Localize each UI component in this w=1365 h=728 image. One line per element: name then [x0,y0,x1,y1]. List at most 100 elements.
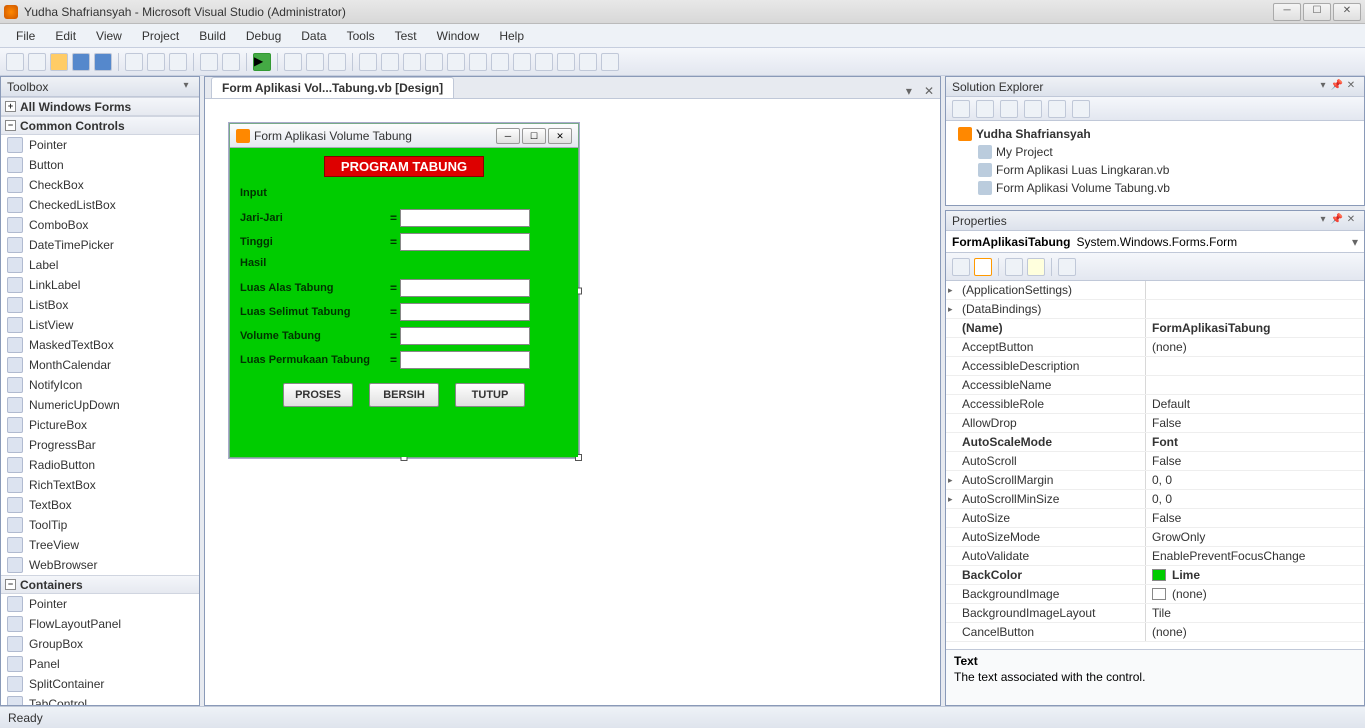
open-icon[interactable] [50,53,68,71]
property-value[interactable]: False [1146,414,1364,432]
toolbox-item[interactable]: NotifyIcon [1,375,199,395]
toolbox-item[interactable]: TreeView [1,535,199,555]
toolbox-item[interactable]: PictureBox [1,415,199,435]
pin-icon[interactable]: 📌 [1330,214,1344,228]
step-over-icon[interactable] [306,53,324,71]
toolbox-item[interactable]: Pointer [1,594,199,614]
bersih-button[interactable]: BERSIH [369,383,439,407]
menu-build[interactable]: Build [189,26,236,46]
property-value[interactable]: (none) [1146,623,1364,641]
pin-icon[interactable]: 📌 [1330,80,1344,94]
solution-item[interactable]: Form Aplikasi Luas Lingkaran.vb [954,161,1356,179]
textbox[interactable] [400,327,530,345]
property-value[interactable]: False [1146,509,1364,527]
toolbox-item[interactable]: TextBox [1,495,199,515]
properties-icon[interactable] [1005,258,1023,276]
property-value[interactable]: False [1146,452,1364,470]
toolbox-item[interactable]: DateTimePicker [1,235,199,255]
redo-icon[interactable] [222,53,240,71]
align-icon[interactable] [535,53,553,71]
form-minimize-button[interactable]: ─ [496,128,520,144]
cut-icon[interactable] [125,53,143,71]
dropdown-icon[interactable]: ▾ [179,80,193,94]
categorized-icon[interactable] [952,258,970,276]
copy-icon[interactable] [147,53,165,71]
toolbox-item[interactable]: Pointer [1,135,199,155]
property-value[interactable]: Font [1146,433,1364,451]
property-row[interactable]: AccessibleDescription [946,357,1364,376]
toolbox-item[interactable]: MonthCalendar [1,355,199,375]
property-row[interactable]: AutoScrollFalse [946,452,1364,471]
property-value[interactable]: 0, 0 [1146,490,1364,508]
solution-tree[interactable]: Yudha Shafriansyah My ProjectForm Aplika… [946,121,1364,205]
paste-icon[interactable] [169,53,187,71]
properties-grid[interactable]: (ApplicationSettings)(DataBindings)(Name… [946,281,1364,649]
expander-icon[interactable]: + [5,101,16,112]
toolbox-item[interactable]: CheckBox [1,175,199,195]
align-icon[interactable] [447,53,465,71]
design-surface[interactable]: Form Aplikasi Volume Tabung ─ ☐ ✕ PROGRA… [205,99,940,705]
toolbox-item[interactable]: Panel [1,654,199,674]
align-icon[interactable] [469,53,487,71]
align-icon[interactable] [403,53,421,71]
toolbox-item[interactable]: FlowLayoutPanel [1,614,199,634]
toolbox-item[interactable]: ComboBox [1,215,199,235]
chevron-down-icon[interactable]: ▾ [1352,235,1358,249]
proses-button[interactable]: PROSES [283,383,353,407]
property-row[interactable]: AutoScaleModeFont [946,433,1364,452]
textbox[interactable] [400,279,530,297]
property-value[interactable]: Lime [1146,566,1364,584]
textbox[interactable] [400,209,530,227]
property-row[interactable]: BackgroundImage(none) [946,585,1364,604]
close-button[interactable]: ✕ [1333,3,1361,21]
property-value[interactable]: 0, 0 [1146,471,1364,489]
property-row[interactable]: (ApplicationSettings) [946,281,1364,300]
menu-window[interactable]: Window [427,26,490,46]
expander-icon[interactable]: − [5,120,16,131]
property-row[interactable]: AccessibleName [946,376,1364,395]
property-row[interactable]: AutoSizeFalse [946,509,1364,528]
form-close-button[interactable]: ✕ [548,128,572,144]
property-value[interactable] [1146,281,1364,299]
add-item-icon[interactable] [28,53,46,71]
menu-test[interactable]: Test [385,26,427,46]
show-all-icon[interactable] [976,100,994,118]
menu-project[interactable]: Project [132,26,189,46]
toolbox-group[interactable]: −Common Controls [1,116,199,135]
property-row[interactable]: (Name)FormAplikasiTabung [946,319,1364,338]
active-tab[interactable]: Form Aplikasi Vol...Tabung.vb [Design] [211,77,454,98]
menu-help[interactable]: Help [489,26,534,46]
property-row[interactable]: BackgroundImageLayoutTile [946,604,1364,623]
toolbox-item[interactable]: ListBox [1,295,199,315]
form-body[interactable]: PROGRAM TABUNG Input Jari-Jari=Tinggi= H… [230,148,578,457]
align-icon[interactable] [557,53,575,71]
property-value[interactable]: (none) [1146,585,1364,603]
align-icon[interactable] [579,53,597,71]
toolbox-group[interactable]: −Containers [1,575,199,594]
toolbox-item[interactable]: TabControl [1,694,199,705]
start-debug-icon[interactable]: ▶ [253,53,271,71]
toolbox-item[interactable]: ProgressBar [1,435,199,455]
property-value[interactable]: EnablePreventFocusChange [1146,547,1364,565]
solution-item[interactable]: Form Aplikasi Volume Tabung.vb [954,179,1356,197]
property-row[interactable]: AcceptButton(none) [946,338,1364,357]
tab-dropdown-icon[interactable]: ▾ [900,84,918,98]
view-code-icon[interactable] [1024,100,1042,118]
toolbox-item[interactable]: LinkLabel [1,275,199,295]
step-icon[interactable] [284,53,302,71]
dropdown-icon[interactable]: ▾ [1316,80,1330,94]
properties-selector[interactable]: FormAplikasiTabung System.Windows.Forms.… [946,231,1364,253]
align-icon[interactable] [491,53,509,71]
property-row[interactable]: AutoValidateEnablePreventFocusChange [946,547,1364,566]
align-icon[interactable] [381,53,399,71]
form-maximize-button[interactable]: ☐ [522,128,546,144]
toolbox-item[interactable]: RadioButton [1,455,199,475]
align-icon[interactable] [425,53,443,71]
toolbox-item[interactable]: WebBrowser [1,555,199,575]
maximize-button[interactable]: ☐ [1303,3,1331,21]
textbox[interactable] [400,233,530,251]
menu-debug[interactable]: Debug [236,26,291,46]
toolbox-item[interactable]: SplitContainer [1,674,199,694]
toolbox-group[interactable]: +All Windows Forms [1,97,199,116]
tab-close-icon[interactable]: ✕ [918,84,940,98]
